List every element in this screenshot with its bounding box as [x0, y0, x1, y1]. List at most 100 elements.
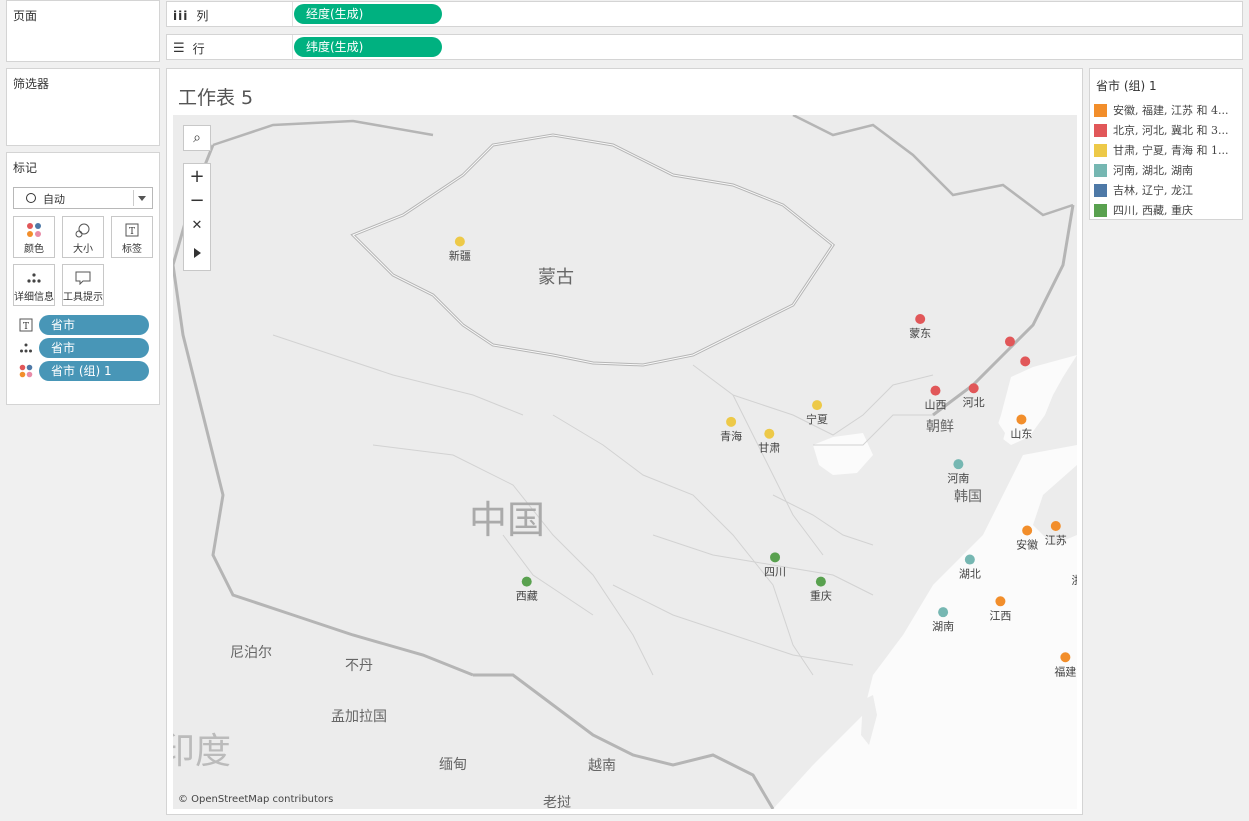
expand-toolbar-button[interactable] [184, 238, 210, 268]
country-label: 朝鲜 [926, 419, 954, 435]
svg-text:T: T [129, 227, 135, 237]
province-mark[interactable] [521, 576, 532, 587]
map-svg: 蒙古 中国 朝鲜 韩国 尼泊尔 不丹 孟加拉国 缅甸 越南 老挝 印度 新疆甘肃… [173, 115, 1077, 809]
province-mark[interactable] [938, 607, 949, 618]
legend-label: 吉林, 辽宁, 龙江 [1113, 184, 1193, 197]
filters-panel[interactable]: 筛选器 [6, 68, 160, 146]
rows-shelf[interactable]: ☰ 行 纬度(生成) [166, 34, 1243, 60]
legend-item[interactable]: 吉林, 辽宁, 龙江 [1094, 181, 1193, 199]
marks-field-pill[interactable]: 省市 (组) 1 [39, 361, 149, 381]
legend-swatch [1094, 143, 1107, 157]
province-label: 山西 [924, 399, 946, 412]
map-attribution[interactable]: © OpenStreetMap contributors [178, 794, 333, 805]
map-search-button[interactable]: ⌕ [183, 125, 211, 151]
legend-label: 北京, 河北, 冀北 和 3... [1113, 124, 1229, 137]
province-mark[interactable] [1022, 525, 1033, 536]
province-label: 江苏 [1045, 534, 1067, 547]
label-button[interactable]: T 标签 [111, 216, 153, 258]
province-mark[interactable] [915, 314, 926, 324]
country-label: 韩国 [954, 489, 982, 505]
label-button-label: 标签 [122, 243, 142, 255]
marks-field-row[interactable]: 省市 [7, 338, 159, 358]
pages-panel[interactable]: 页面 [6, 0, 160, 62]
play-triangle-icon [193, 248, 201, 258]
pin-reset-icon: ✕ [191, 217, 203, 233]
country-label: 老挝 [543, 795, 571, 809]
marks-panel-title: 标记 [13, 161, 38, 175]
province-label: 青海 [720, 429, 742, 443]
size-button-label: 大小 [73, 243, 93, 255]
province-label: 甘肃 [758, 442, 780, 455]
country-label: 尼泊尔 [230, 645, 272, 661]
province-label: 山东 [1010, 427, 1032, 440]
detail-button[interactable]: 详细信息 [13, 264, 55, 306]
marks-field-pill[interactable]: 省市 [39, 315, 149, 335]
latitude-pill[interactable]: 纬度(生成) [294, 37, 442, 57]
detail-button-label: 详细信息 [14, 291, 54, 303]
color-dots-icon [19, 364, 33, 381]
province-mark[interactable] [1016, 414, 1027, 425]
legend-item[interactable]: 北京, 河北, 冀北 和 3... [1094, 121, 1228, 139]
zoom-out-button[interactable]: − [184, 188, 210, 212]
province-mark[interactable] [953, 459, 964, 470]
dropdown-arrow-divider [133, 190, 134, 206]
province-label: 湖南 [932, 620, 954, 633]
marks-field-pill[interactable]: 省市 [39, 338, 149, 358]
legend-title: 省市 (组) 1 [1096, 79, 1157, 93]
reset-map-button[interactable]: ✕ [184, 212, 210, 238]
shelf-divider [292, 2, 293, 26]
province-label: 宁夏 [806, 412, 828, 426]
legend-item[interactable]: 安徽, 福建, 江苏 和 4... [1094, 101, 1228, 119]
size-button[interactable]: 大小 [62, 216, 104, 258]
province-mark[interactable] [1020, 356, 1031, 367]
province-label: 安徽 [1016, 538, 1038, 552]
country-label: 孟加拉国 [331, 709, 387, 725]
tooltip-button-label: 工具提示 [63, 291, 103, 303]
province-label: 湖北 [959, 568, 981, 581]
province-mark[interactable] [454, 236, 465, 247]
province-mark[interactable] [1004, 336, 1015, 347]
province-mark[interactable] [812, 400, 823, 411]
mark-type-dropdown[interactable]: 自动 [13, 187, 153, 209]
legend-item[interactable]: 四川, 西藏, 重庆 [1094, 201, 1193, 219]
province-mark[interactable] [1050, 520, 1061, 531]
rows-shelf-label: 行 [192, 42, 205, 56]
province-mark[interactable] [968, 383, 979, 394]
search-icon: ⌕ [193, 130, 201, 146]
province-mark[interactable] [930, 385, 941, 396]
province-mark[interactable] [764, 428, 775, 439]
zoom-in-button[interactable]: + [184, 164, 210, 188]
chevron-down-icon [138, 196, 146, 201]
marks-panel: 标记 自动 颜色 大小 T 标签 详细信息 工具提示 T 省市 省市 省市 (组… [6, 152, 160, 405]
map-canvas[interactable]: 蒙古 中国 朝鲜 韩国 尼泊尔 不丹 孟加拉国 缅甸 越南 老挝 印度 新疆 甘肃… [173, 115, 1077, 809]
province-mark[interactable] [1060, 652, 1071, 663]
province-mark[interactable] [770, 552, 781, 563]
color-button[interactable]: 颜色 [13, 216, 55, 258]
legend-item[interactable]: 河南, 湖北, 湖南 [1094, 161, 1193, 179]
tooltip-icon [75, 268, 91, 288]
legend-item[interactable]: 甘肃, 宁夏, 青海 和 1... [1094, 141, 1228, 159]
color-legend: 省市 (组) 1 安徽, 福建, 江苏 和 4... 北京, 河北, 冀北 和 3… [1089, 68, 1243, 220]
circle-mark-icon [26, 193, 36, 203]
marks-field-row[interactable]: T 省市 [7, 315, 159, 335]
map-zoom-controls: + − ✕ [183, 163, 211, 271]
legend-swatch [1094, 183, 1107, 197]
legend-swatch [1094, 163, 1107, 177]
tooltip-button[interactable]: 工具提示 [62, 264, 104, 306]
pages-panel-title: 页面 [13, 9, 38, 23]
province-label: 西藏 [516, 590, 538, 603]
province-label: 新疆 [449, 249, 471, 263]
marks-field-row[interactable]: 省市 (组) 1 [7, 361, 159, 381]
province-label: 江西 [989, 609, 1011, 622]
legend-label: 安徽, 福建, 江苏 和 4... [1113, 104, 1229, 117]
mark-type-value: 自动 [43, 193, 65, 206]
columns-shelf[interactable]: iii 列 经度(生成) [166, 1, 1243, 27]
worksheet-view: 工作表 5 蒙古 中国 朝鲜 韩国 尼泊尔 不丹 孟加拉国 缅甸 越南 老挝 印… [166, 68, 1083, 815]
province-mark[interactable] [815, 576, 826, 587]
province-mark[interactable] [964, 554, 975, 565]
province-mark[interactable] [726, 416, 737, 427]
province-mark[interactable] [995, 596, 1006, 607]
detail-dots-icon [19, 342, 33, 357]
longitude-pill[interactable]: 经度(生成) [294, 4, 442, 24]
svg-text:T: T [23, 322, 29, 332]
